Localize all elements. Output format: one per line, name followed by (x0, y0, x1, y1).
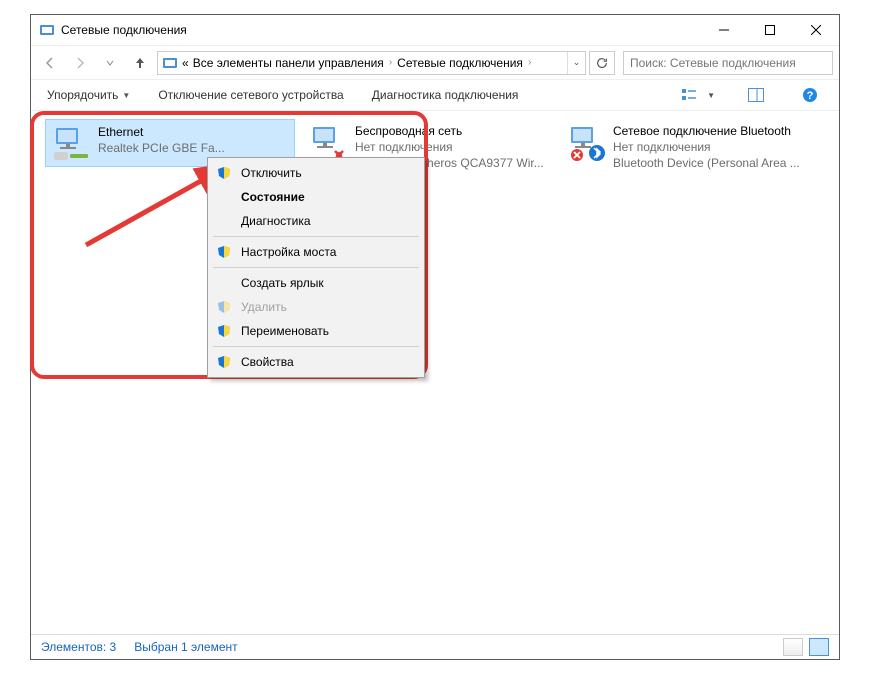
titlebar: Сетевые подключения (31, 15, 839, 45)
recent-dropdown[interactable] (97, 50, 123, 76)
close-button[interactable] (793, 16, 839, 45)
ethernet-icon (52, 124, 92, 164)
help-button[interactable]: ? (797, 82, 823, 108)
menu-item-properties[interactable]: Свойства (211, 350, 421, 374)
search-box[interactable] (623, 51, 833, 75)
up-button[interactable] (127, 50, 153, 76)
maximize-button[interactable] (747, 16, 793, 45)
content-area: Ethernet Realtek PCIe GBE Fa... Беспрово… (31, 112, 839, 634)
command-bar: Упорядочить▼ Отключение сетевого устройс… (31, 79, 839, 111)
uac-shield-icon (217, 166, 231, 180)
context-menu: Отключить Состояние Диагностика Настройк… (207, 157, 425, 378)
menu-item-shortcut[interactable]: Создать ярлык (211, 271, 421, 295)
menu-item-disable[interactable]: Отключить (211, 161, 421, 185)
connection-name: Сетевое подключение Bluetooth (613, 123, 800, 139)
view-icons-button[interactable] (809, 638, 829, 656)
back-button[interactable] (37, 50, 63, 76)
search-input[interactable] (630, 56, 832, 70)
network-connections-window: Сетевые подключения « Все элементы панел… (30, 14, 840, 660)
connection-name: Беспроводная сеть (355, 123, 544, 139)
svg-text:?: ? (807, 90, 814, 102)
connection-device: Bluetooth Device (Personal Area ... (613, 155, 800, 171)
organize-menu[interactable]: Упорядочить▼ (47, 88, 130, 102)
uac-shield-icon (217, 245, 231, 259)
disable-device-cmd[interactable]: Отключение сетевого устройства (158, 88, 343, 102)
bluetooth-icon (567, 123, 607, 163)
uac-shield-icon (217, 300, 231, 314)
status-bar: Элементов: 3 Выбран 1 элемент (31, 634, 839, 659)
connection-status: Нет подключения (613, 139, 800, 155)
menu-item-rename[interactable]: Переименовать (211, 319, 421, 343)
window-title: Сетевые подключения (61, 23, 701, 37)
menu-separator (213, 346, 419, 347)
address-bar[interactable]: « Все элементы панели управления › Сетев… (157, 51, 586, 75)
status-selected-count: Выбран 1 элемент (134, 640, 237, 654)
chevron-down-icon: ▼ (707, 91, 715, 100)
chevron-right-icon: › (523, 57, 536, 68)
forward-button[interactable] (67, 50, 93, 76)
menu-separator (213, 267, 419, 268)
chevron-down-icon: ▼ (122, 91, 130, 100)
menu-separator (213, 236, 419, 237)
menu-item-delete: Удалить (211, 295, 421, 319)
network-folder-icon (39, 22, 55, 38)
connection-name: Ethernet (98, 124, 225, 140)
status-item-count: Элементов: 3 (41, 640, 116, 654)
diagnose-cmd[interactable]: Диагностика подключения (372, 88, 519, 102)
uac-shield-icon (217, 355, 231, 369)
breadcrumb-item[interactable]: Сетевые подключения (397, 56, 523, 70)
menu-item-status[interactable]: Состояние (211, 185, 421, 209)
refresh-button[interactable] (589, 51, 615, 75)
view-details-button[interactable] (783, 638, 803, 656)
connection-device: Realtek PCIe GBE Fa... (98, 140, 225, 156)
uac-shield-icon (217, 324, 231, 338)
navigation-bar: « Все элементы панели управления › Сетев… (31, 45, 839, 79)
view-icon (681, 87, 703, 103)
network-folder-icon (162, 55, 178, 71)
breadcrumb-item[interactable]: Все элементы панели управления (193, 56, 384, 70)
preview-pane-button[interactable] (743, 82, 769, 108)
breadcrumb-prefix: « (182, 56, 189, 70)
minimize-button[interactable] (701, 16, 747, 45)
menu-item-diagnose[interactable]: Диагностика (211, 209, 421, 233)
address-dropdown[interactable]: ⌄ (567, 52, 585, 74)
view-options-button[interactable]: ▼ (681, 87, 715, 103)
connection-item-bluetooth[interactable]: Сетевое подключение Bluetooth Нет подклю… (561, 119, 826, 167)
chevron-right-icon: › (384, 57, 397, 68)
connection-status: Нет подключения (355, 139, 544, 155)
menu-item-bridge[interactable]: Настройка моста (211, 240, 421, 264)
